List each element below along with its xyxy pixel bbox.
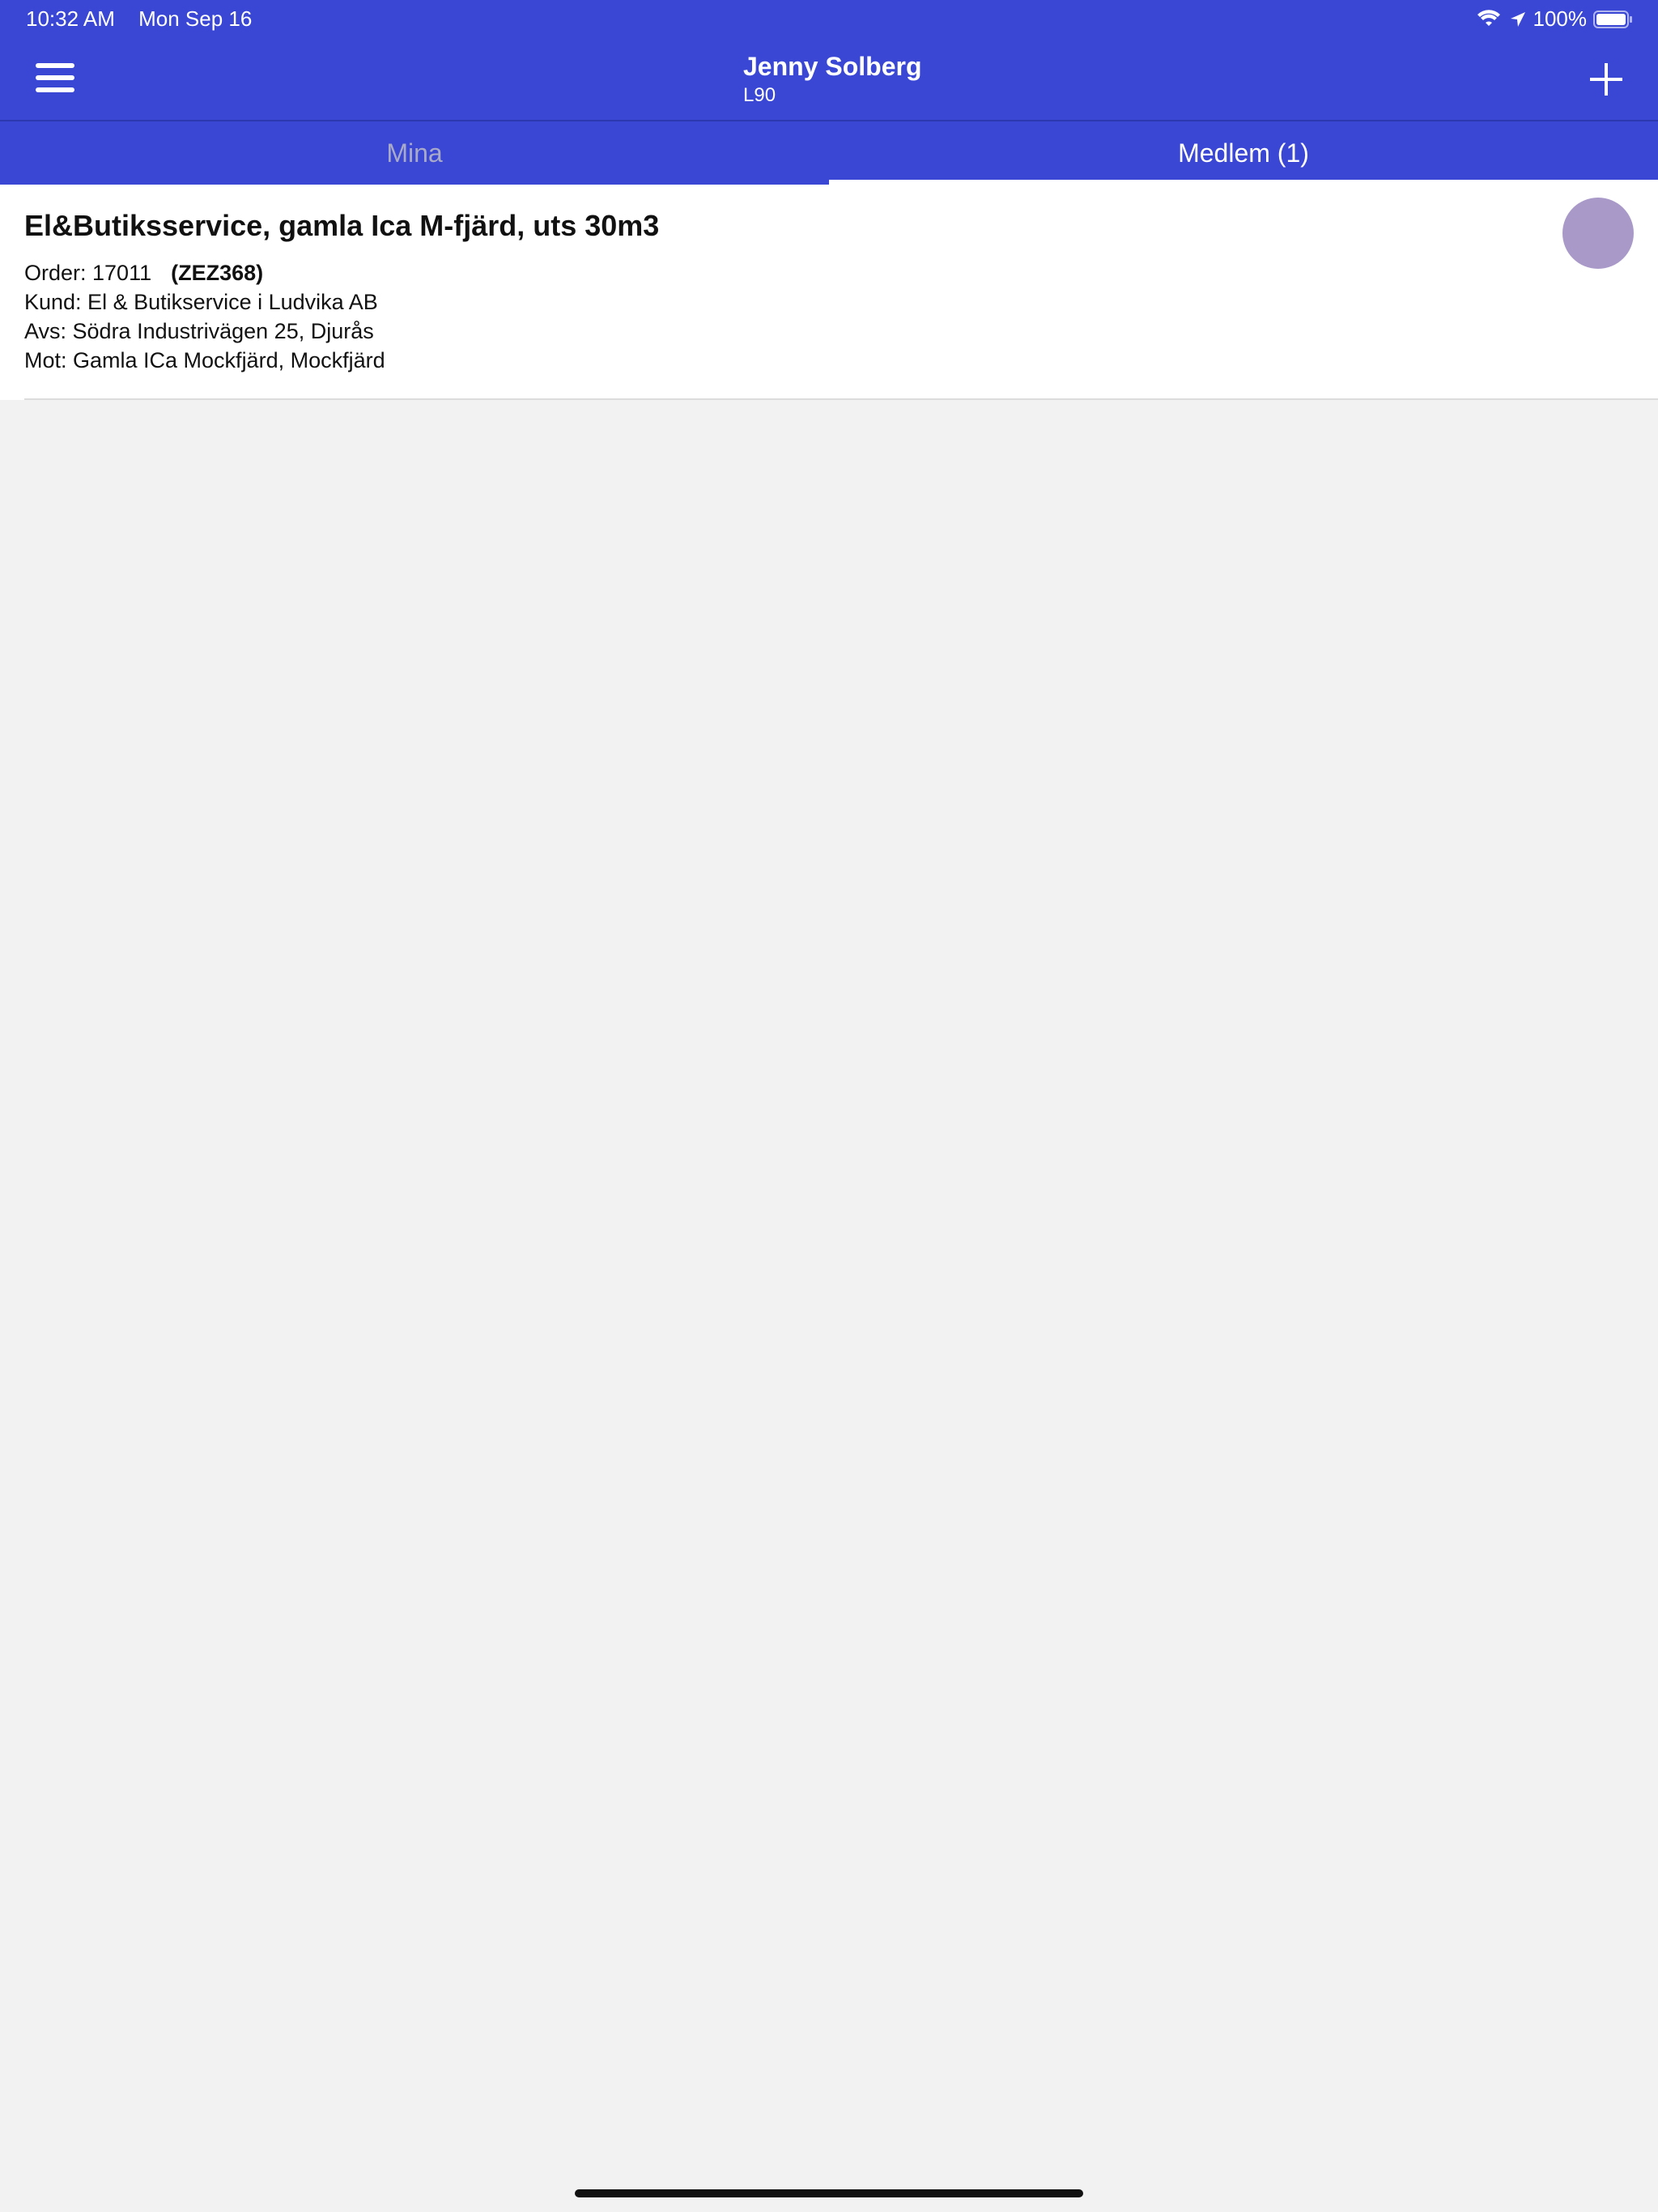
status-bar: 10:32 AM Mon Sep 16 100%	[0, 0, 1658, 37]
order-customer: Kund: El & Butikservice i Ludvika AB	[24, 290, 378, 314]
tab-medlem[interactable]: Medlem (1)	[829, 121, 1658, 185]
order-number: Order: 17011	[24, 261, 152, 285]
order-registration: (ZEZ368)	[171, 261, 264, 285]
tab-mina[interactable]: Mina	[0, 121, 829, 185]
order-sender: Avs: Södra Industrivägen 25, Djurås	[24, 319, 374, 343]
status-time: 10:32 AM	[26, 6, 115, 31]
avatar	[1562, 198, 1634, 269]
status-time-date: 10:32 AM Mon Sep 16	[26, 6, 252, 32]
battery-icon	[1593, 10, 1634, 29]
order-recipient: Mot: Gamla ICa Mockfjärd, Mockfjärd	[24, 348, 385, 372]
menu-button[interactable]	[32, 57, 78, 99]
tab-medlem-label: Medlem (1)	[1178, 138, 1309, 168]
plus-icon	[1584, 63, 1629, 105]
page-title: Jenny Solberg	[743, 52, 922, 81]
tab-bar: Mina Medlem (1)	[0, 121, 1658, 185]
battery-percent: 100%	[1533, 6, 1588, 31]
order-title: El&Butiksservice, gamla Ica M-fjärd, uts…	[24, 209, 660, 242]
location-arrow-icon	[1509, 11, 1527, 28]
order-number-line: Order: 17011 (ZEZ368)	[24, 261, 263, 286]
status-date: Mon Sep 16	[138, 6, 253, 31]
page-subtitle: L90	[743, 84, 776, 106]
wifi-icon	[1477, 9, 1501, 29]
add-button[interactable]	[1584, 57, 1629, 102]
order-list-item[interactable]: El&Butiksservice, gamla Ica M-fjärd, uts…	[0, 185, 1658, 400]
status-indicators: 100%	[1477, 6, 1635, 32]
home-indicator[interactable]	[575, 2189, 1083, 2197]
order-list: El&Butiksservice, gamla Ica M-fjärd, uts…	[0, 185, 1658, 400]
divider	[24, 398, 1658, 400]
nav-bar: Jenny Solberg L90	[0, 37, 1658, 121]
tab-mina-label: Mina	[386, 138, 443, 168]
